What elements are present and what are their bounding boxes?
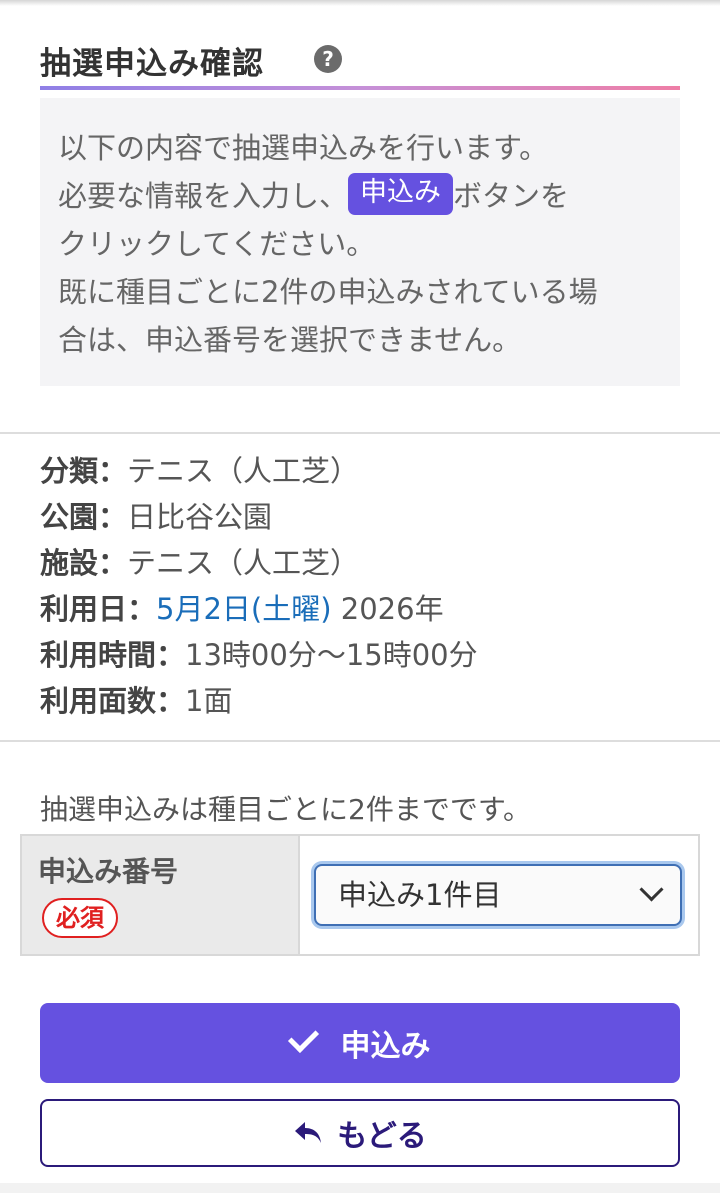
question-circle-icon[interactable]: ? xyxy=(314,45,342,73)
required-badge: 必須 xyxy=(42,898,118,938)
info-line-5: 合は、申込番号を選択できません。 xyxy=(58,323,522,357)
check-icon xyxy=(287,1021,319,1053)
info-line-2-after: ボタンを xyxy=(453,179,570,213)
detail-park: 公園：日比谷公園 xyxy=(40,494,680,540)
detail-category: 分類：テニス（人工芝） xyxy=(40,448,680,494)
info-line-4: 既に種目ごとに2件の申込みされている場 xyxy=(58,275,598,309)
facility-value: テニス（人工芝） xyxy=(127,546,360,580)
form-label-cell: 申込み番号 必須 xyxy=(22,836,300,954)
apply-button-badge: 申込み xyxy=(348,173,454,215)
detail-facility: 施設：テニス（人工芝） xyxy=(40,540,680,586)
back-button[interactable]: もどる xyxy=(40,1099,680,1167)
time-label: 利用時間： xyxy=(40,638,186,672)
info-box: 以下の内容で抽選申込みを行います。 必要な情報を入力し、 申込み ボタンを クリック… xyxy=(40,98,680,386)
park-value: 日比谷公園 xyxy=(127,500,273,534)
date-year: 2026年 xyxy=(331,592,444,626)
date-link[interactable]: 5月2日(土曜) xyxy=(156,592,332,626)
category-value: テニス（人工芝） xyxy=(127,454,360,488)
heading-underline xyxy=(40,86,680,90)
page-heading: 抽選申込み確認 ? xyxy=(40,34,680,88)
select-value: 申込み1件目 xyxy=(338,878,502,912)
application-number-label: 申込み番号 xyxy=(38,855,179,888)
facility-label: 施設： xyxy=(40,546,128,580)
courts-label: 利用面数： xyxy=(40,684,186,718)
chevron-down-icon xyxy=(639,877,664,902)
form-value-cell: 申込み1件目 xyxy=(300,836,698,954)
detail-courts: 利用面数：1面 xyxy=(40,678,680,724)
reservation-details: 分類：テニス（人工芝） 公園：日比谷公園 施設：テニス（人工芝） 利用日：5月2… xyxy=(40,448,680,724)
top-shadow xyxy=(0,0,720,6)
info-line-2: 必要な情報を入力し、 申込み ボタンを xyxy=(58,172,662,220)
limit-note: 抽選申込みは種目ごとに2件までです。 xyxy=(40,793,532,826)
time-value: 13時00分～15時00分 xyxy=(185,638,478,672)
application-number-select[interactable]: 申込み1件目 xyxy=(314,864,682,926)
courts-value: 1面 xyxy=(185,684,233,718)
divider-top xyxy=(0,432,720,434)
apply-button-label: 申込み xyxy=(340,1029,431,1064)
info-line-1: 以下の内容で抽選申込みを行います。 xyxy=(58,131,549,165)
reply-icon xyxy=(295,1122,322,1143)
back-button-label: もどる xyxy=(337,1119,427,1154)
divider-bottom xyxy=(0,740,720,742)
bottom-band xyxy=(0,1183,720,1193)
detail-time: 利用時間：13時00分～15時00分 xyxy=(40,632,680,678)
category-label: 分類： xyxy=(40,454,128,488)
info-line-3: クリックしてください。 xyxy=(58,227,376,261)
date-label: 利用日： xyxy=(40,592,157,626)
apply-button[interactable]: 申込み xyxy=(40,1003,680,1083)
detail-date: 利用日：5月2日(土曜) 2026年 xyxy=(40,586,680,632)
info-line-2-before: 必要な情報を入力し、 xyxy=(58,179,349,213)
park-label: 公園： xyxy=(40,500,128,534)
page-title: 抽選申込み確認 xyxy=(40,46,264,82)
application-number-form: 申込み番号 必須 申込み1件目 xyxy=(20,834,700,956)
